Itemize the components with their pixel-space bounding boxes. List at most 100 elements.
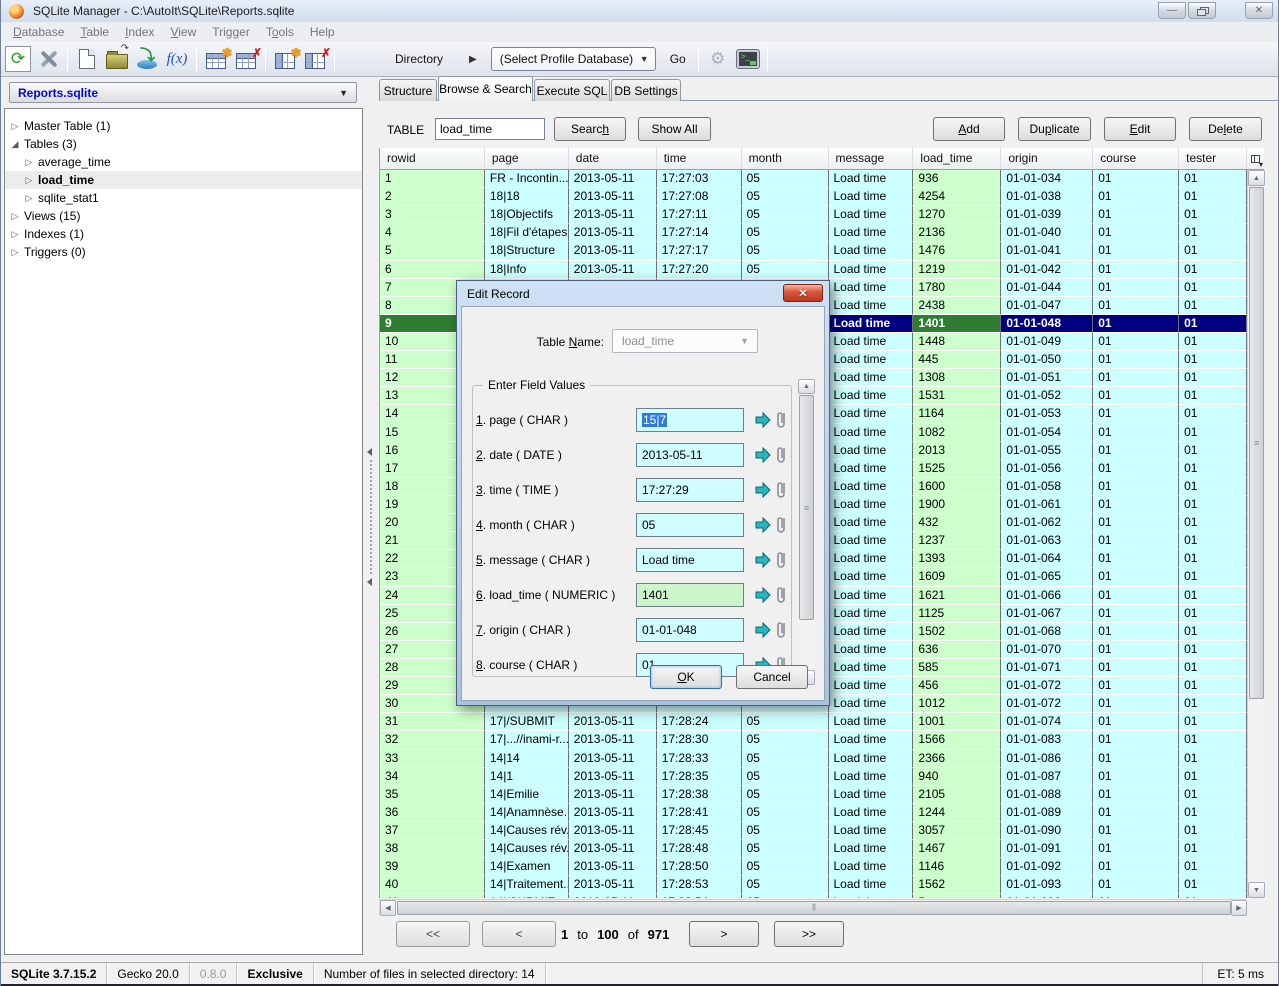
tree-item-triggers-0-[interactable]: ▷Triggers (0) xyxy=(5,243,362,261)
scroll-right-button[interactable]: ▶ xyxy=(1231,900,1247,916)
table-row[interactable]: 318|Objectifs2013-05-1117:27:1105Load ti… xyxy=(380,206,1247,224)
tree-collapsed-icon[interactable]: ▷ xyxy=(9,229,21,240)
table-row[interactable]: 418|Fil d'étapes2013-05-1117:27:1405Load… xyxy=(380,224,1247,242)
column-header-time[interactable]: time xyxy=(657,148,742,169)
table-name-select[interactable]: load_time ▼ xyxy=(612,329,758,353)
first-page-button[interactable]: << xyxy=(396,921,470,947)
column-header-month[interactable]: month xyxy=(742,148,829,169)
tree-collapsed-icon[interactable]: ▷ xyxy=(9,121,21,132)
table-row[interactable]: 3714|Causes rév...2013-05-1117:28:4505Lo… xyxy=(380,822,1247,840)
apply-value-button[interactable] xyxy=(754,551,772,569)
table-row[interactable]: 518|Structure2013-05-1117:27:1705Load ti… xyxy=(380,242,1247,260)
show-all-button[interactable]: Show All xyxy=(638,117,711,141)
restore-button[interactable] xyxy=(1188,2,1216,19)
tools-button[interactable] xyxy=(35,46,61,72)
database-selector[interactable]: Reports.sqlite ▼ xyxy=(9,82,357,103)
menu-help[interactable]: Help xyxy=(302,23,343,41)
apply-value-button[interactable] xyxy=(754,516,772,534)
table-row[interactable]: 1FR - Incontin...2013-05-1117:27:0305Loa… xyxy=(380,170,1247,188)
import-button[interactable] xyxy=(134,46,160,72)
create-view-button[interactable]: ✱ xyxy=(272,46,298,72)
tab-db-settings[interactable]: DB Settings xyxy=(611,79,681,101)
dialog-close-button[interactable]: ✕ xyxy=(783,284,823,302)
tree-expanded-icon[interactable]: ◢ xyxy=(9,139,21,150)
column-picker-button[interactable] xyxy=(1247,148,1264,170)
edit-button[interactable]: Edit xyxy=(1104,117,1176,141)
table-row[interactable]: 4014|Traitement...2013-05-1117:28:5305Lo… xyxy=(380,876,1247,894)
drop-view-button[interactable]: ✗ xyxy=(302,46,328,72)
horizontal-scrollbar[interactable]: ◀ ⦀ ▶ xyxy=(379,899,1247,915)
delete-button[interactable]: Delete xyxy=(1189,117,1262,141)
tree-collapsed-icon[interactable]: ▷ xyxy=(9,247,21,258)
table-row[interactable]: 218|182013-05-1117:27:0805Load time42540… xyxy=(380,188,1247,206)
table-row[interactable]: 3217|...//inami-r...2013-05-1117:28:3005… xyxy=(380,731,1247,749)
field-input-origin[interactable]: 01-01-048 xyxy=(636,618,744,642)
vertical-scrollbar[interactable]: ▲ ≡ ▼ xyxy=(1247,170,1264,898)
scroll-left-button[interactable]: ◀ xyxy=(380,900,396,916)
table-name-input[interactable]: load_time xyxy=(435,118,545,140)
add-button[interactable]: Add xyxy=(933,117,1005,141)
create-table-button[interactable]: ✱ xyxy=(203,46,229,72)
apply-value-button[interactable] xyxy=(754,586,772,604)
table-row[interactable]: 3914|Examen2013-05-1117:28:5005Load time… xyxy=(380,858,1247,876)
duplicate-button[interactable]: Duplicate xyxy=(1018,117,1091,141)
console-button[interactable] xyxy=(735,46,761,72)
column-header-tester[interactable]: tester xyxy=(1179,148,1247,169)
vertical-scroll-thumb[interactable]: ≡ xyxy=(1249,187,1264,699)
tree-item-indexes-1-[interactable]: ▷Indexes (1) xyxy=(5,225,362,243)
tree-item-views-15-[interactable]: ▷Views (15) xyxy=(5,207,362,225)
menu-trigger[interactable]: Trigger xyxy=(204,23,258,41)
settings-button[interactable]: ⚙ xyxy=(705,46,731,72)
attach-file-button[interactable] xyxy=(776,620,788,640)
scroll-down-button[interactable]: ▼ xyxy=(1248,882,1265,898)
table-row[interactable]: 3514|Emilie2013-05-1117:28:3805Load time… xyxy=(380,786,1247,804)
attach-file-button[interactable] xyxy=(776,585,788,605)
menu-index[interactable]: Index xyxy=(117,23,162,41)
directory-menu[interactable]: Directory xyxy=(395,52,443,66)
menu-view[interactable]: View xyxy=(162,23,204,41)
table-row[interactable]: 3314|142013-05-1117:28:3305Load time2366… xyxy=(380,750,1247,768)
tree-collapsed-icon[interactable]: ▷ xyxy=(23,193,35,204)
dialog-scroll-thumb[interactable]: ≡ xyxy=(799,395,814,620)
functions-button[interactable]: f(x) xyxy=(164,46,190,72)
new-database-button[interactable] xyxy=(74,46,100,72)
tree-collapsed-icon[interactable]: ▷ xyxy=(9,211,21,222)
next-page-button[interactable]: > xyxy=(689,921,759,947)
tab-browse-search[interactable]: Browse & Search xyxy=(438,76,533,101)
table-row[interactable]: 3814|Causes rév...2013-05-1117:28:4805Lo… xyxy=(380,840,1247,858)
search-button[interactable]: Search xyxy=(554,117,626,141)
column-header-date[interactable]: date xyxy=(569,148,657,169)
field-input-month[interactable]: 05 xyxy=(636,513,744,537)
close-window-button[interactable]: ✕ xyxy=(1245,2,1273,19)
apply-value-button[interactable] xyxy=(754,481,772,499)
menu-table[interactable]: Table xyxy=(72,23,117,41)
sidebar-splitter[interactable] xyxy=(367,448,375,586)
apply-value-button[interactable] xyxy=(754,621,772,639)
prev-page-button[interactable]: < xyxy=(482,921,556,947)
minimize-button[interactable]: — xyxy=(1158,2,1186,19)
scroll-up-button[interactable]: ▲ xyxy=(798,379,815,394)
apply-value-button[interactable] xyxy=(754,446,772,464)
ok-button[interactable]: OK xyxy=(650,665,722,689)
scroll-up-button[interactable]: ▲ xyxy=(1248,170,1265,186)
menu-tools[interactable]: Tools xyxy=(258,23,302,41)
menu-database[interactable]: Database xyxy=(5,23,72,41)
column-header-origin[interactable]: origin xyxy=(1001,148,1093,169)
column-header-course[interactable]: course xyxy=(1093,148,1179,169)
tab-execute-sql[interactable]: Execute SQL xyxy=(534,79,610,101)
attach-file-button[interactable] xyxy=(776,410,788,430)
apply-value-button[interactable] xyxy=(754,411,772,429)
tree-item-master-table-1-[interactable]: ▷Master Table (1) xyxy=(5,117,362,135)
dialog-titlebar[interactable]: Edit Record ✕ xyxy=(457,281,829,306)
attach-file-button[interactable] xyxy=(776,445,788,465)
tree-item-tables-3-[interactable]: ◢Tables (3) xyxy=(5,135,362,153)
dialog-scrollbar[interactable]: ▲ ≡ ▼ xyxy=(798,379,815,685)
column-header-rowid[interactable]: rowid xyxy=(380,148,485,169)
attach-file-button[interactable] xyxy=(776,515,788,535)
last-page-button[interactable]: >> xyxy=(774,921,844,947)
profile-database-select[interactable]: (Select Profile Database) ▼ xyxy=(491,47,656,71)
field-input-time[interactable]: 17:27:29 xyxy=(636,478,744,502)
table-row[interactable]: 3614|Anamnèse...2013-05-1117:28:4105Load… xyxy=(380,804,1247,822)
column-header-load_time[interactable]: load_time xyxy=(913,148,1001,169)
table-row[interactable]: 3414|12013-05-1117:28:3505Load time94001… xyxy=(380,768,1247,786)
